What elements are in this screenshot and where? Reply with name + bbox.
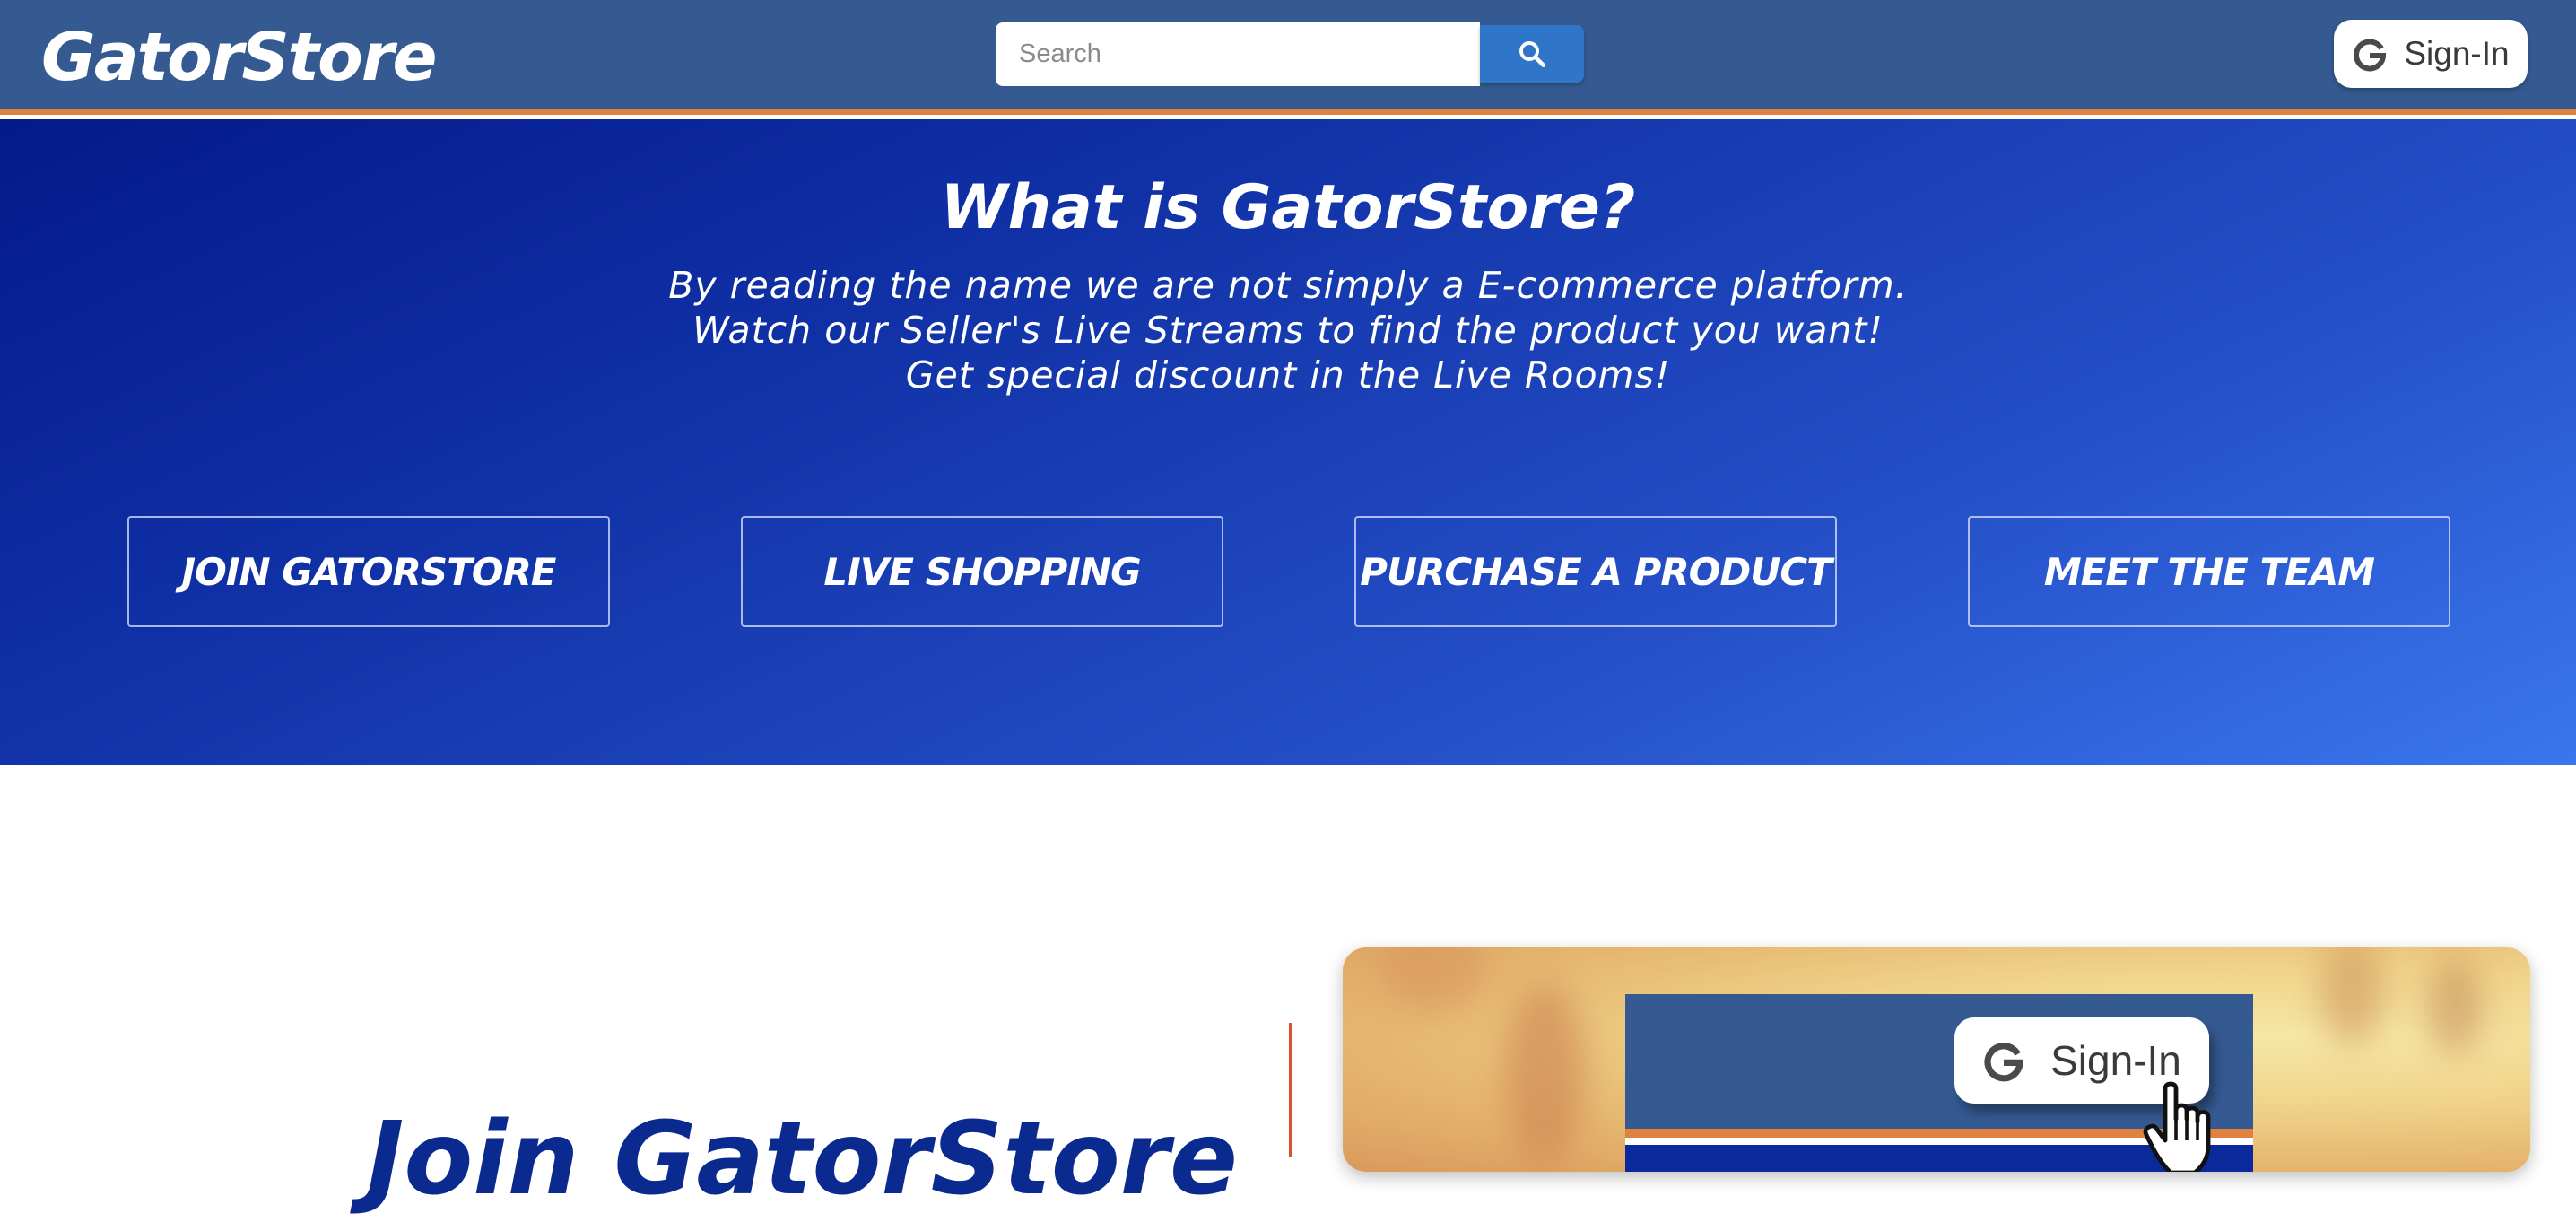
meet-the-team-button[interactable]: MEET THE TEAM bbox=[1968, 516, 2450, 627]
blur-spot bbox=[2428, 956, 2482, 1055]
search-button[interactable] bbox=[1480, 25, 1584, 83]
hero-line: By reading the name we are not simply a … bbox=[668, 264, 1908, 307]
google-g-icon bbox=[2354, 39, 2387, 72]
google-signin-button[interactable]: Sign-In bbox=[2334, 20, 2528, 88]
hero-line: Watch our Seller's Live Streams to find … bbox=[692, 309, 1884, 352]
join-section-title: Join GatorStore bbox=[366, 1101, 1238, 1218]
hero-title: What is GatorStore? bbox=[940, 172, 1636, 243]
purchase-a-product-button[interactable]: PURCHASE A PRODUCT bbox=[1354, 516, 1837, 627]
search-input[interactable] bbox=[996, 22, 1480, 86]
hero-line: Get special discount in the Live Rooms! bbox=[905, 354, 1671, 397]
section-divider bbox=[1289, 1023, 1292, 1157]
search-icon bbox=[1519, 41, 1545, 67]
hand-pointer-icon bbox=[2143, 1081, 2211, 1172]
site-logo[interactable]: GatorStore bbox=[41, 14, 438, 100]
hero-banner: What is GatorStore? By reading the name … bbox=[0, 119, 2576, 765]
google-g-icon bbox=[1984, 1043, 2023, 1082]
blur-spot bbox=[1504, 983, 1585, 1163]
blur-spot bbox=[1379, 947, 1486, 1010]
hero-description: By reading the name we are not simply a … bbox=[0, 263, 2576, 397]
top-navbar: GatorStore Sign-In bbox=[0, 0, 2576, 109]
join-gatorstore-button[interactable]: JOIN GATORSTORE bbox=[127, 516, 610, 627]
live-shopping-button[interactable]: LIVE SHOPPING bbox=[741, 516, 1223, 627]
blur-spot bbox=[2320, 947, 2383, 1046]
signin-preview-image: Sign-In bbox=[1343, 947, 2530, 1172]
preview-signin-label: Sign-In bbox=[2050, 1037, 2181, 1084]
preview-navbar: Sign-In bbox=[1625, 994, 2253, 1172]
signin-label: Sign-In bbox=[2404, 35, 2510, 72]
